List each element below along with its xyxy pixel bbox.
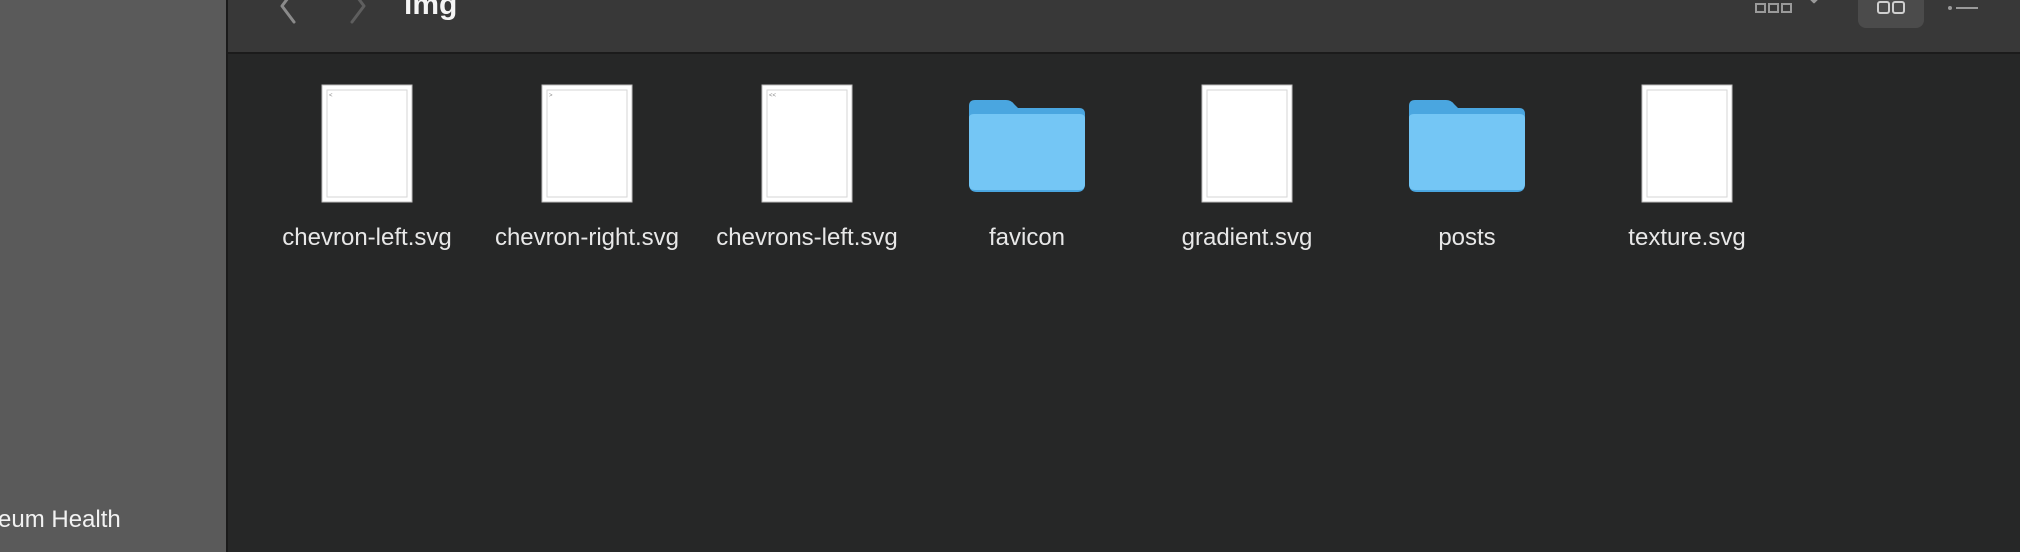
document-icon — [1201, 84, 1293, 203]
document-icon: > — [541, 84, 633, 203]
group-by-button[interactable] — [1754, 0, 1834, 24]
svg-text:<: < — [329, 93, 333, 99]
list-view-icon — [1948, 6, 1978, 10]
grid-group-icon — [1755, 0, 1818, 13]
file-name: texture.svg — [1628, 224, 1746, 251]
folder-name: favicon — [988, 224, 1066, 251]
svg-text:<<: << — [769, 93, 777, 99]
folder-name: posts — [1438, 224, 1496, 251]
chevron-left-icon — [280, 0, 296, 24]
back-button[interactable] — [272, 0, 304, 26]
svg-text:>: > — [549, 93, 553, 99]
icon-view-button[interactable] — [1858, 0, 1924, 28]
forward-button[interactable] — [342, 0, 374, 26]
window-title: img — [404, 0, 458, 21]
folder-icon — [1409, 100, 1525, 192]
document-icon: < — [321, 84, 413, 203]
folder-item[interactable]: favicon — [922, 84, 1132, 264]
folder-item[interactable]: posts — [1362, 84, 1572, 264]
list-view-button[interactable] — [1944, 0, 1984, 24]
finder-window: ceum Health img — [0, 0, 2020, 552]
toolbar: img — [228, 0, 2020, 54]
file-name: chevron-right.svg — [494, 224, 680, 251]
file-item[interactable]: gradient.svg — [1142, 84, 1352, 264]
file-item[interactable]: << chevrons-left.svg — [702, 84, 912, 264]
chevron-right-icon — [350, 0, 366, 24]
file-name: gradient.svg — [1181, 224, 1313, 251]
file-name: chevron-left.svg — [282, 224, 452, 251]
file-name: chevrons-left.svg — [716, 224, 898, 251]
sidebar-item-label[interactable]: ceum Health — [0, 506, 121, 534]
folder-icon — [969, 100, 1085, 192]
document-icon — [1641, 84, 1733, 203]
file-item[interactable]: texture.svg — [1582, 84, 1792, 264]
file-browser-content: < chevron-left.svg > chevron-right.svg <… — [228, 54, 2020, 552]
sidebar: ceum Health — [0, 0, 226, 552]
icon-view-icon — [1877, 1, 1905, 14]
document-icon: << — [761, 84, 853, 203]
file-item[interactable]: < chevron-left.svg — [262, 84, 472, 264]
file-item[interactable]: > chevron-right.svg — [482, 84, 692, 264]
